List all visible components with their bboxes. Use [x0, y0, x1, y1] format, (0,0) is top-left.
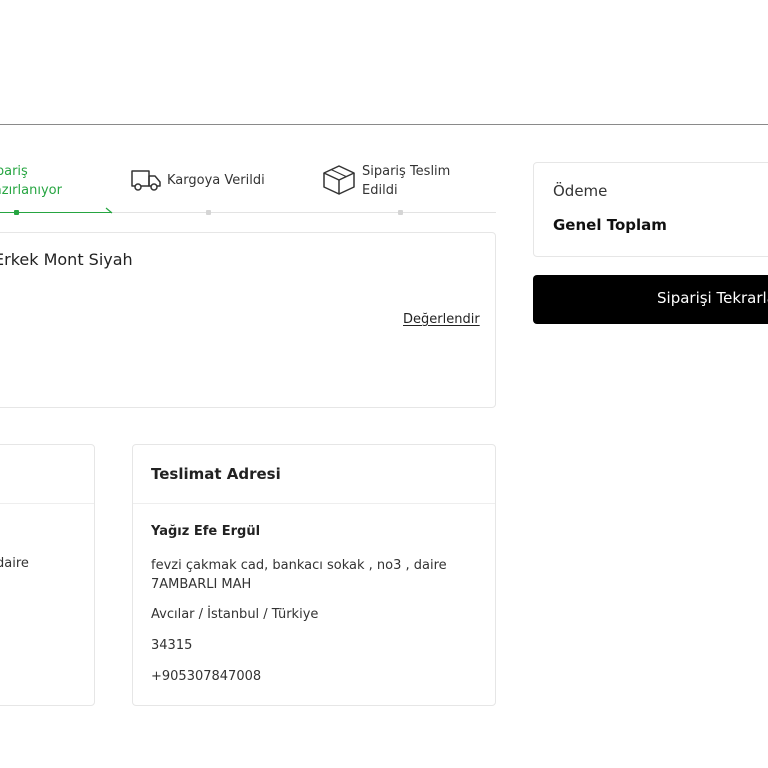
- delivery-address-title: Teslimat Adresi: [151, 465, 281, 483]
- address-phone: +905307847008: [151, 669, 262, 684]
- box-icon: [323, 165, 355, 195]
- step-dot-delivered: [398, 210, 403, 215]
- order-status-stepper: Sipariş Hazırlanıyor Kargoya Verildi Sip…: [0, 150, 496, 220]
- billing-address-text: daire: [0, 556, 29, 571]
- step-preparing-label: Sipariş Hazırlanıyor: [0, 162, 74, 200]
- billing-card-divider: [0, 503, 94, 504]
- step-preparing-text: Sipariş Hazırlanıyor: [0, 164, 62, 198]
- step-dot-active: [14, 210, 19, 215]
- reorder-button-label: Siparişi Tekrarla: [657, 289, 768, 307]
- progress-line-pending: [112, 212, 496, 213]
- address-line: fevzi çakmak cad, bankacı sokak , no3 , …: [151, 558, 447, 592]
- recipient-name: Yağız Efe Ergül: [151, 524, 261, 539]
- progress-arrow-icon: [105, 207, 113, 214]
- product-name: Erkek Mont Siyah: [0, 250, 133, 269]
- payment-summary-card: Ödeme Genel Toplam: [533, 162, 768, 257]
- step-delivered-label: Sipariş Teslim Edildi: [362, 162, 472, 200]
- rate-product-link[interactable]: Değerlendir: [403, 312, 480, 327]
- step-delivered-text: Sipariş Teslim Edildi: [362, 164, 451, 198]
- address-city: Avcılar / İstanbul / Türkiye: [151, 607, 319, 622]
- billing-address-card: [0, 444, 95, 706]
- order-detail-page: Sipariş Hazırlanıyor Kargoya Verildi Sip…: [0, 0, 768, 768]
- grand-total-label: Genel Toplam: [553, 216, 667, 234]
- reorder-button[interactable]: Siparişi Tekrarla: [533, 275, 768, 324]
- delivery-address-card: Teslimat Adresi Yağız Efe Ergül fevzi ça…: [132, 444, 496, 706]
- header-divider: [0, 124, 768, 125]
- address-postal-code: 34315: [151, 638, 193, 653]
- payment-title: Ödeme: [553, 182, 608, 200]
- delivery-card-divider: [133, 503, 495, 504]
- truck-icon: [131, 170, 161, 191]
- step-shipped-label: Kargoya Verildi: [167, 173, 265, 188]
- step-dot-shipped: [206, 210, 211, 215]
